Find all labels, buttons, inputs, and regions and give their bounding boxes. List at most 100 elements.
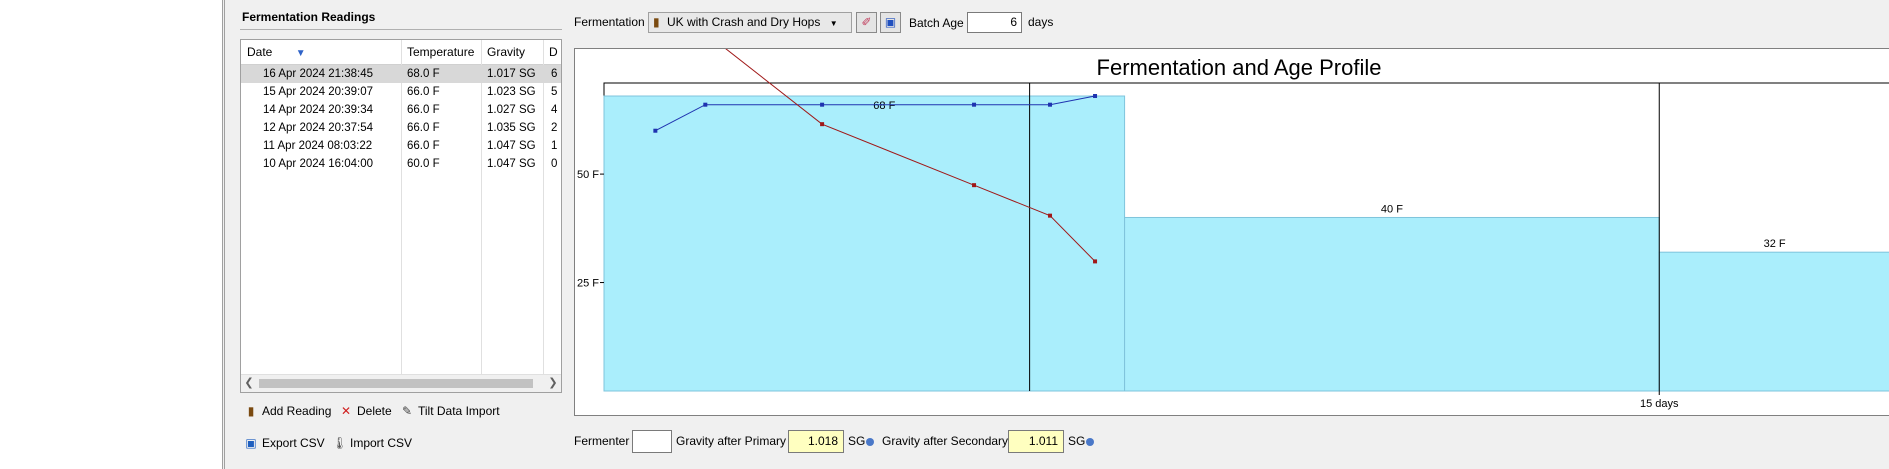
gravity-point bbox=[972, 183, 977, 188]
cell-gravity: 1.023 SG bbox=[487, 86, 536, 98]
profile-step-bar bbox=[1658, 251, 1889, 392]
column-header-d[interactable]: D bbox=[543, 40, 561, 64]
cell-date: 12 Apr 2024 20:37:54 bbox=[263, 122, 373, 134]
cell-d: 2 bbox=[551, 122, 558, 134]
left-pane bbox=[0, 0, 223, 469]
button-label: Export CSV bbox=[262, 436, 325, 450]
gravity-primary-label: Gravity after Primary bbox=[676, 434, 787, 448]
temperature-point bbox=[820, 102, 825, 107]
table-row[interactable]: 16 Apr 2024 21:38:45 68.0 F 1.017 SG 6 bbox=[241, 65, 561, 83]
cell-date: 14 Apr 2024 20:39:34 bbox=[263, 104, 373, 116]
cell-temp: 66.0 F bbox=[407, 104, 440, 116]
x-axis-label: 15 days bbox=[1640, 398, 1679, 410]
gravity-primary-unit: SG bbox=[848, 434, 866, 448]
table-row[interactable]: 15 Apr 2024 20:39:07 66.0 F 1.023 SG 5 bbox=[241, 83, 561, 101]
temperature-point bbox=[653, 128, 658, 133]
left-axis-label: 25 F bbox=[577, 278, 599, 290]
gravity-point bbox=[1093, 259, 1098, 264]
fermenter-input[interactable] bbox=[632, 430, 672, 453]
temperature-point bbox=[1048, 102, 1053, 107]
save-icon: ▣ bbox=[884, 15, 897, 29]
scroll-left-icon[interactable]: ❮ bbox=[241, 375, 257, 392]
info-dot-icon[interactable] bbox=[1086, 438, 1094, 446]
batch-age-label: Batch Age bbox=[909, 16, 964, 30]
table-row[interactable]: 12 Apr 2024 20:37:54 66.0 F 1.035 SG 2 bbox=[241, 119, 561, 137]
table-row[interactable]: 11 Apr 2024 08:03:22 66.0 F 1.047 SG 1 bbox=[241, 137, 561, 155]
chart-title: Fermentation and Age Profile bbox=[1097, 55, 1382, 80]
button-label: Tilt Data Import bbox=[418, 404, 500, 418]
cell-date: 16 Apr 2024 21:38:45 bbox=[263, 68, 373, 80]
cell-d: 5 bbox=[551, 86, 558, 98]
profile-step-bar bbox=[603, 95, 1126, 392]
button-label: Delete bbox=[357, 404, 392, 418]
fermentation-chart: Fermentation and Age Profile 68 F 40 F 32 … bbox=[574, 48, 1889, 416]
fermenter-label: Fermenter bbox=[574, 434, 630, 448]
gravity-primary-input[interactable]: 1.018 bbox=[788, 430, 844, 453]
cell-gravity: 1.027 SG bbox=[487, 104, 536, 116]
sort-arrow-icon: ▼ bbox=[295, 48, 306, 59]
cell-d: 0 bbox=[551, 158, 558, 170]
scrollbar-thumb[interactable] bbox=[259, 379, 533, 388]
batch-age-input[interactable]: 6 bbox=[967, 12, 1022, 33]
cell-temp: 66.0 F bbox=[407, 86, 440, 98]
cell-gravity: 1.047 SG bbox=[487, 140, 536, 152]
fermentation-label: Fermentation bbox=[574, 15, 645, 29]
temperature-point bbox=[703, 102, 708, 107]
button-label: Add Reading bbox=[262, 404, 332, 418]
table-row[interactable]: 10 Apr 2024 16:04:00 60.0 F 1.047 SG 0 bbox=[241, 155, 561, 173]
cell-d: 1 bbox=[551, 140, 558, 152]
scroll-right-icon[interactable]: ❯ bbox=[545, 375, 561, 392]
tilt-data-import-button[interactable]: ✎ Tilt Data Import bbox=[400, 402, 500, 420]
days-label: days bbox=[1028, 15, 1054, 29]
delete-button[interactable]: ✕ Delete bbox=[339, 402, 392, 420]
export-icon: ▣ bbox=[245, 436, 257, 450]
table-row[interactable]: 14 Apr 2024 20:39:34 66.0 F 1.027 SG 4 bbox=[241, 101, 561, 119]
edit-profile-button[interactable]: ✐ bbox=[856, 12, 877, 33]
edit-icon: ✐ bbox=[861, 15, 872, 29]
cell-temp: 66.0 F bbox=[407, 122, 440, 134]
readings-grid[interactable]: Date ▼ Temperature Gravity D 16 Apr 2024… bbox=[240, 39, 562, 393]
gravity-secondary-input[interactable]: 1.011 bbox=[1008, 430, 1064, 453]
import-csv-button[interactable]: 🌡 Import CSV bbox=[332, 434, 412, 452]
select-value: UK with Crash and Dry Hops bbox=[666, 15, 821, 29]
fermentation-profile-select[interactable]: ▮ UK with Crash and Dry Hops ▼ bbox=[648, 12, 852, 33]
gravity-secondary-label: Gravity after Secondary bbox=[882, 434, 1009, 448]
beer-bottle-icon: ▮ bbox=[653, 15, 660, 29]
horizontal-scrollbar[interactable]: ❮ ❯ bbox=[241, 374, 561, 392]
save-profile-button[interactable]: ▣ bbox=[880, 12, 901, 33]
profile-step-label: 32 F bbox=[1764, 238, 1786, 250]
cell-d: 6 bbox=[551, 68, 558, 80]
profile-step-label: 40 F bbox=[1381, 203, 1403, 215]
column-header-gravity[interactable]: Gravity bbox=[481, 40, 543, 64]
hydrometer-icon: ✎ bbox=[401, 404, 413, 418]
cell-gravity: 1.035 SG bbox=[487, 122, 536, 134]
export-csv-button[interactable]: ▣ Export CSV bbox=[244, 434, 325, 452]
cell-temp: 60.0 F bbox=[407, 158, 440, 170]
cell-gravity: 1.047 SG bbox=[487, 158, 536, 170]
title-divider bbox=[240, 29, 562, 30]
thermometer-icon: 🌡 bbox=[332, 436, 348, 450]
cell-gravity: 1.017 SG bbox=[487, 68, 536, 80]
cell-d: 4 bbox=[551, 104, 558, 116]
cell-date: 15 Apr 2024 20:39:07 bbox=[263, 86, 373, 98]
profile-step-bar bbox=[1124, 216, 1660, 392]
left-axis-label: 50 F bbox=[577, 169, 599, 181]
column-header-temperature[interactable]: Temperature bbox=[401, 40, 481, 64]
chart-svg: Fermentation and Age Profile 68 F 40 F 32 … bbox=[577, 49, 1889, 410]
temperature-point bbox=[1093, 94, 1098, 99]
gravity-point bbox=[1048, 213, 1053, 218]
beer-bottle-icon: ▮ bbox=[247, 404, 255, 418]
add-reading-button[interactable]: ▮ Add Reading bbox=[244, 402, 332, 420]
gravity-point bbox=[820, 122, 825, 127]
cell-temp: 66.0 F bbox=[407, 140, 440, 152]
splitter[interactable] bbox=[224, 0, 225, 469]
column-label: Date bbox=[247, 45, 273, 59]
column-header-date[interactable]: Date ▼ bbox=[241, 40, 401, 64]
info-dot-icon[interactable] bbox=[866, 438, 874, 446]
delete-x-icon: ✕ bbox=[340, 404, 352, 418]
profile-step-label: 68 F bbox=[873, 100, 895, 112]
cell-date: 11 Apr 2024 08:03:22 bbox=[263, 140, 373, 152]
cell-temp: 68.0 F bbox=[407, 68, 440, 80]
gravity-secondary-unit: SG bbox=[1068, 434, 1086, 448]
readings-title: Fermentation Readings bbox=[242, 10, 376, 24]
